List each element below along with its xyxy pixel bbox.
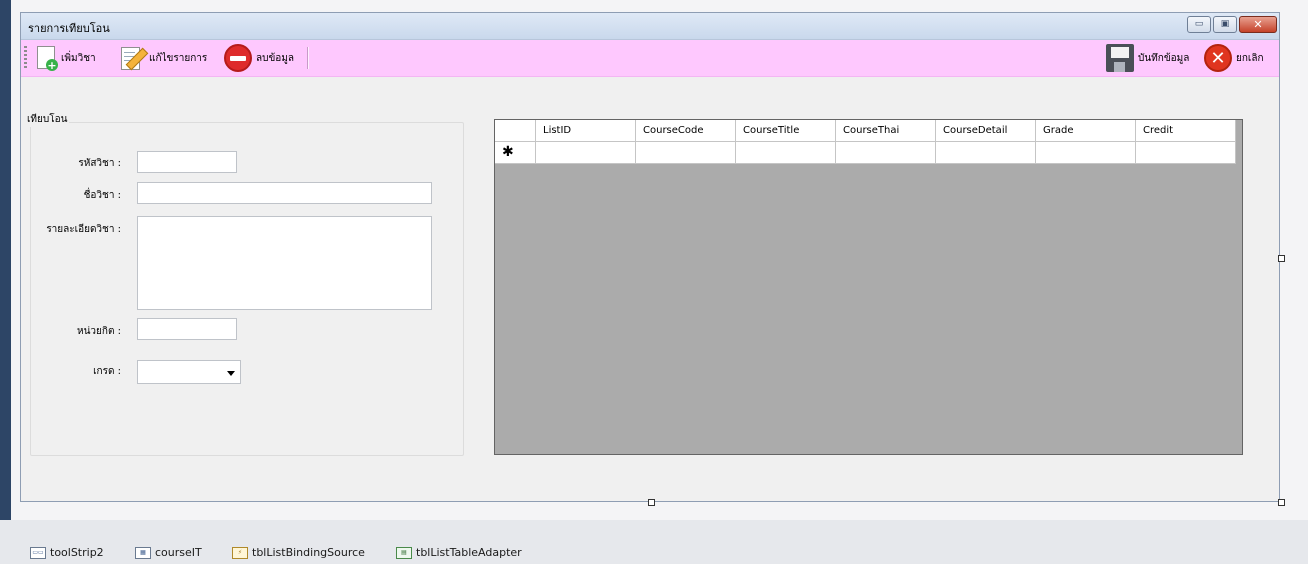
delete-icon [224, 44, 252, 72]
credit-label: หน่วยกิต : [77, 326, 121, 337]
grade-combobox[interactable] [137, 360, 241, 384]
course-detail-textarea[interactable] [137, 216, 432, 310]
delete-data-button[interactable]: ลบข้อมูล [224, 44, 294, 72]
toolstrip-icon: ▭▭ [30, 546, 46, 559]
maximize-icon: ▣ [1220, 19, 1230, 29]
column-header-coursetitle[interactable]: CourseTitle [736, 120, 836, 142]
window-buttons: ▭ ▣ ✕ [1187, 16, 1277, 33]
add-course-button[interactable]: + เพิ่มวิชา [35, 44, 96, 72]
column-header-listid[interactable]: ListID [536, 120, 636, 142]
component-tray: ▭▭ toolStrip2 ▦ courseIT ⚡ tblListBindin… [0, 520, 1308, 564]
delete-data-label: ลบข้อมูล [256, 52, 295, 64]
tray-item-label: toolStrip2 [50, 546, 104, 559]
course-code-label: รหัสวิชา : [78, 158, 121, 169]
maximize-button[interactable]: ▣ [1213, 16, 1237, 33]
toolbar: + เพิ่มวิชา แก้ไขรายการ ลบข้อมูล บันทึกข… [21, 40, 1279, 77]
minimize-icon: ▭ [1194, 19, 1204, 29]
column-header-coursethai[interactable]: CourseThai [836, 120, 936, 142]
close-icon: ✕ [1253, 18, 1263, 31]
resize-handle-right[interactable] [1278, 255, 1285, 262]
edit-list-button[interactable]: แก้ไขรายการ [119, 44, 207, 72]
table-adapter-icon: ▤ [396, 546, 412, 559]
ide-left-strip [0, 0, 11, 520]
save-data-button[interactable]: บันทึกข้อมูล [1106, 44, 1189, 72]
course-name-label: ชื่อวิชา : [83, 190, 121, 201]
tray-item-label: tblListTableAdapter [416, 546, 522, 559]
grid-cell[interactable] [636, 142, 736, 164]
form-title: รายการเทียบโอน [28, 22, 110, 35]
dataset-icon: ▦ [135, 546, 151, 559]
grid-cell[interactable] [736, 142, 836, 164]
course-detail-label: รายละเอียดวิชา : [46, 224, 121, 235]
tray-item-label: tblListBindingSource [252, 546, 365, 559]
close-button[interactable]: ✕ [1239, 16, 1277, 33]
course-datagrid[interactable]: ListID CourseCode CourseTitle CourseThai… [494, 119, 1243, 455]
transfer-group-title: เทียบโอน [21, 112, 70, 127]
edit-pencil-icon [119, 45, 149, 71]
resize-handle-bottom[interactable] [648, 499, 655, 506]
grid-header-row: ListID CourseCode CourseTitle CourseThai… [495, 120, 1236, 142]
course-code-input[interactable] [137, 151, 237, 173]
grid-cell[interactable] [1036, 142, 1136, 164]
resize-handle-corner[interactable] [1278, 499, 1285, 506]
tray-item-table-adapter[interactable]: ▤ tblListTableAdapter [396, 546, 522, 559]
column-header-credit[interactable]: Credit [1136, 120, 1236, 142]
binding-source-icon: ⚡ [232, 546, 248, 559]
cancel-label: ยกเลิก [1236, 52, 1264, 64]
tray-item-label: courseIT [155, 546, 202, 559]
new-row-marker[interactable]: ✱ [495, 142, 536, 164]
grid-cell[interactable] [1136, 142, 1236, 164]
grid-cell[interactable] [936, 142, 1036, 164]
grade-label: เกรด : [93, 366, 121, 377]
grid-corner-header[interactable] [495, 120, 536, 142]
tray-item-dataset[interactable]: ▦ courseIT [135, 546, 202, 559]
tray-item-binding-source[interactable]: ⚡ tblListBindingSource [232, 546, 365, 559]
cancel-button[interactable]: ✕ ยกเลิก [1204, 44, 1264, 72]
grid-cell[interactable] [536, 142, 636, 164]
credit-input[interactable] [137, 318, 237, 340]
toolbar-grip[interactable] [24, 46, 27, 70]
tray-item-toolstrip[interactable]: ▭▭ toolStrip2 [30, 546, 104, 559]
add-document-icon: + [35, 45, 58, 71]
save-data-label: บันทึกข้อมูล [1138, 52, 1190, 64]
column-header-coursedetail[interactable]: CourseDetail [936, 120, 1036, 142]
grid-new-row[interactable]: ✱ [495, 142, 1236, 164]
grid-cell[interactable] [836, 142, 936, 164]
minimize-button[interactable]: ▭ [1187, 16, 1211, 33]
save-disk-icon [1106, 44, 1134, 72]
toolbar-separator [307, 47, 309, 69]
edit-list-label: แก้ไขรายการ [149, 52, 208, 64]
title-bar[interactable]: รายการเทียบโอน ▭ ▣ ✕ [21, 13, 1279, 40]
column-header-coursecode[interactable]: CourseCode [636, 120, 736, 142]
chevron-down-icon [227, 371, 235, 376]
course-name-input[interactable] [137, 182, 432, 204]
add-course-label: เพิ่มวิชา [61, 52, 96, 64]
form-window[interactable]: รายการเทียบโอน ▭ ▣ ✕ + เพิ่มวิชา แก้ไขรา… [20, 12, 1280, 502]
cancel-x-icon: ✕ [1204, 44, 1232, 72]
column-header-grade[interactable]: Grade [1036, 120, 1136, 142]
